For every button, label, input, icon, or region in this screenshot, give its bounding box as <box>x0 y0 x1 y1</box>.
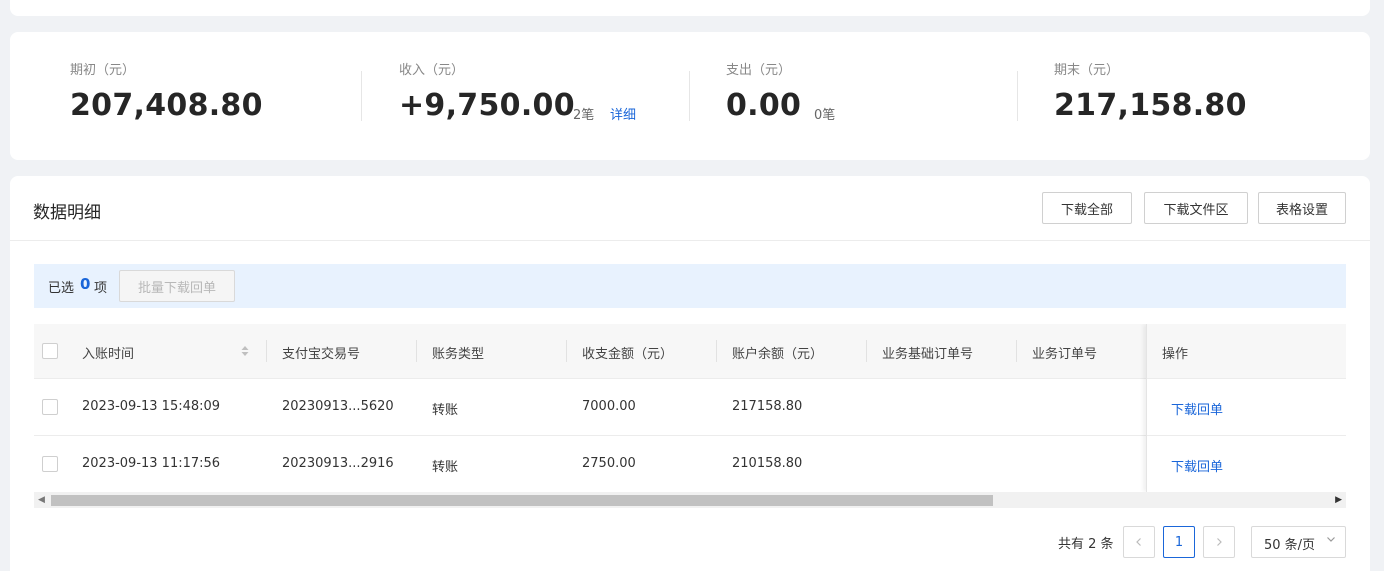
cell-balance: 217158.80 <box>732 399 803 414</box>
table-settings-button[interactable]: 表格设置 <box>1258 192 1346 224</box>
divider <box>689 71 690 121</box>
column-separator <box>566 340 567 362</box>
income-label: 收入（元） <box>399 63 465 78</box>
column-header: 业务订单号 <box>1032 347 1098 362</box>
horizontal-scrollbar[interactable]: ◀ ▶ <box>34 492 1346 508</box>
pagination-total: 共有 2 条 <box>1058 537 1114 552</box>
top-card-edge <box>10 0 1370 16</box>
opening-value: 207,408.80 <box>70 88 263 123</box>
column-header: 操作 <box>1162 347 1189 362</box>
section-title: 数据明细 <box>33 203 101 223</box>
income-value: +9,750.00 <box>399 88 575 123</box>
chevron-left-icon <box>1136 538 1141 546</box>
cell-balance: 210158.80 <box>732 456 803 471</box>
action-cell: 下载回单 <box>1147 436 1346 492</box>
download-all-button[interactable]: 下载全部 <box>1042 192 1132 224</box>
cell-trade-no: 20230913...2916 <box>282 456 394 471</box>
column-separator <box>866 340 867 362</box>
page-size-value: 50 条/页 <box>1264 538 1316 553</box>
opening-label: 期初（元） <box>70 63 136 78</box>
divider <box>361 71 362 121</box>
scroll-right-icon[interactable]: ▶ <box>1335 495 1342 505</box>
data-table: 入账时间 支付宝交易号 账务类型 收支金额（元） 账户余额（元） 业务基础订单号… <box>34 324 1346 492</box>
cell-trade-no: 20230913...5620 <box>282 399 394 414</box>
page-button[interactable]: 1 <box>1163 526 1195 558</box>
sort-icon[interactable] <box>240 343 250 359</box>
income-count: 2笔 <box>573 108 595 123</box>
column-header: 业务基础订单号 <box>882 347 974 362</box>
download-receipt-link[interactable]: 下载回单 <box>1171 399 1223 418</box>
selected-suffix: 项 <box>94 281 108 296</box>
summary-card: 期初（元） 207,408.80 收入（元） +9,750.00 2笔 详细 支… <box>10 32 1370 160</box>
cell-amount: 7000.00 <box>582 399 636 414</box>
closing-value: 217,158.80 <box>1054 88 1247 123</box>
cell-time: 2023-09-13 11:17:56 <box>82 456 221 471</box>
next-page-button[interactable] <box>1203 526 1235 558</box>
column-separator <box>266 340 267 362</box>
selected-count: 0 <box>80 275 91 293</box>
column-header: 支付宝交易号 <box>282 347 361 362</box>
column-header: 账务类型 <box>432 347 485 362</box>
prev-page-button[interactable] <box>1123 526 1155 558</box>
column-header[interactable]: 入账时间 <box>82 343 134 362</box>
download-receipt-link[interactable]: 下载回单 <box>1171 456 1223 475</box>
selection-bar: 已选 0 项 批量下载回单 <box>34 264 1346 308</box>
row-checkbox[interactable] <box>42 456 58 472</box>
expense-value: 0.00 <box>726 88 802 123</box>
chevron-down-icon <box>1326 533 1336 547</box>
column-header: 收支金额（元） <box>582 347 674 362</box>
selected-prefix: 已选 <box>48 281 75 296</box>
column-header: 账户余额（元） <box>732 347 824 362</box>
download-files-button[interactable]: 下载文件区 <box>1144 192 1248 224</box>
income-detail-link[interactable]: 详细 <box>610 104 636 123</box>
data-detail-card: 数据明细 下载全部 下载文件区 表格设置 已选 0 项 批量下载回单 入账时间 … <box>10 176 1370 571</box>
divider <box>1017 71 1018 121</box>
batch-download-button[interactable]: 批量下载回单 <box>119 270 235 302</box>
closing-label: 期末（元） <box>1054 63 1120 78</box>
expense-label: 支出（元） <box>726 63 792 78</box>
scroll-left-icon[interactable]: ◀ <box>38 495 45 505</box>
scrollbar-thumb[interactable] <box>51 495 993 506</box>
cell-type: 转账 <box>432 460 459 475</box>
column-separator <box>416 340 417 362</box>
column-separator <box>716 340 717 362</box>
expense-count: 0笔 <box>814 108 836 123</box>
action-cell: 下载回单 <box>1147 379 1346 436</box>
header-divider <box>10 240 1370 241</box>
chevron-right-icon <box>1217 538 1222 546</box>
cell-type: 转账 <box>432 403 459 418</box>
cell-amount: 2750.00 <box>582 456 636 471</box>
page-size-select[interactable]: 50 条/页 <box>1251 526 1346 558</box>
column-separator <box>1016 340 1017 362</box>
select-all-checkbox[interactable] <box>42 343 58 359</box>
cell-time: 2023-09-13 15:48:09 <box>82 399 221 414</box>
action-header-cell: 操作 <box>1147 324 1346 379</box>
action-column: 操作 下载回单 下载回单 <box>1146 324 1346 492</box>
row-checkbox[interactable] <box>42 399 58 415</box>
